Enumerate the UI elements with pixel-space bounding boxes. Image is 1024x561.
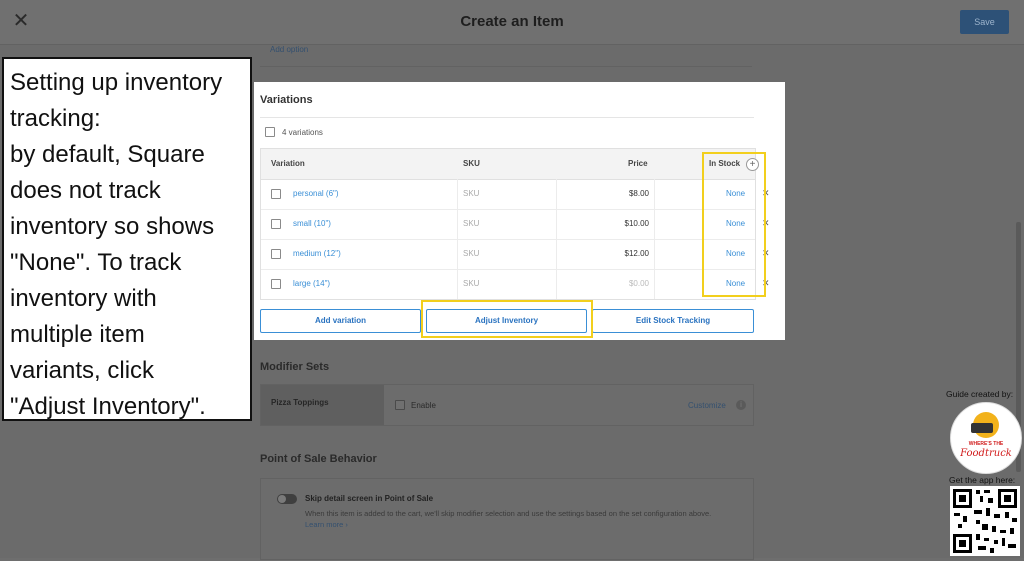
annotation-line: multiple item [10,321,145,348]
variations-table: Variation SKU Price In Stock personal (6… [260,148,756,300]
cell-divider [457,269,458,299]
remove-icon[interactable]: ✕ [762,218,770,229]
modifier-set-name: Pizza Toppings [271,398,329,407]
save-button[interactable]: Save [960,10,1009,34]
edit-stock-tracking-button[interactable]: Edit Stock Tracking [592,309,754,333]
get-app-label: Get the app here: [949,475,1016,485]
sku-field[interactable]: SKU [463,189,479,198]
annotation-line: Setting up inventory [10,69,223,96]
variation-name[interactable]: personal (6") [293,189,339,198]
column-header-in-stock: In Stock [709,159,741,168]
top-bar: ✕ Create an Item Save [0,0,1024,45]
logo-truck-shape [971,423,993,433]
select-all-checkbox[interactable] [265,127,275,137]
add-variation-button[interactable]: Add variation [260,309,421,333]
variations-count: 4 variations [282,128,323,137]
modifier-set-row: Pizza Toppings Enable Customize i [260,384,754,426]
column-header-variation: Variation [271,159,305,168]
row-checkbox[interactable] [271,279,281,289]
annotation-line: by default, Square [10,141,205,168]
annotation-text: Setting up inventory tracking: by defaul… [10,65,250,425]
stock-value[interactable]: None [726,279,745,288]
cell-divider [556,269,557,299]
cell-divider [556,209,557,239]
logo-text-line1: WHERE'S THE [968,441,1004,447]
annotation-line: inventory so shows [10,213,215,240]
divider [260,117,754,118]
description-text: When this item is added to the cart, we'… [305,509,712,518]
cell-divider [654,269,655,299]
stock-value[interactable]: None [726,219,745,228]
adjust-inventory-button[interactable]: Adjust Inventory [426,309,587,333]
table-row: small (10") SKU $10.00 None [261,209,755,240]
remove-icon[interactable]: ✕ [762,248,770,259]
enable-label: Enable [411,401,436,410]
price-field[interactable]: $10.00 [561,219,649,228]
column-header-sku: SKU [463,159,480,168]
annotation-line: variants, click [10,357,155,384]
cell-divider [654,239,655,269]
cell-divider [457,239,458,269]
variation-name[interactable]: large (14") [293,279,330,288]
sku-field[interactable]: SKU [463,279,479,288]
variations-heading: Variations [260,94,313,106]
annotation-line: inventory with [10,285,157,312]
logo-text-line2: Foodtruck [960,448,1012,459]
row-checkbox[interactable] [271,189,281,199]
price-field[interactable]: $8.00 [561,189,649,198]
variation-name[interactable]: small (10") [293,219,331,228]
learn-more-link[interactable]: Learn more › [305,520,348,529]
cell-divider [556,179,557,209]
plus-circle-icon[interactable]: + [746,158,759,171]
row-checkbox[interactable] [271,219,281,229]
remove-icon[interactable]: ✕ [762,278,770,289]
divider [260,66,752,67]
annotation-line: does not track [10,177,161,204]
annotation-line: tracking: [10,105,101,132]
sku-field[interactable]: SKU [463,219,479,228]
page-title: Create an Item [460,13,564,30]
cell-divider [556,239,557,269]
skip-detail-toggle[interactable] [277,494,297,504]
cell-divider [654,209,655,239]
pos-behavior-panel: Skip detail screen in Point of Sale When… [260,478,754,560]
qr-code-icon[interactable] [950,486,1020,556]
table-row: personal (6") SKU $8.00 None [261,179,755,210]
stock-value[interactable]: None [726,249,745,258]
guide-credit-label: Guide created by: [946,389,1014,399]
annotation-line: "None". To track [10,249,182,276]
cell-divider [457,179,458,209]
annotation-callout: Setting up inventory tracking: by defaul… [2,57,252,421]
table-row: medium (12") SKU $12.00 None [261,239,755,270]
toggle-label: Skip detail screen in Point of Sale [305,494,434,503]
remove-icon[interactable]: ✕ [762,188,770,199]
cell-divider [457,209,458,239]
customize-link[interactable]: Customize [688,401,726,410]
modifier-name-cell: Pizza Toppings [261,385,384,425]
info-icon[interactable]: i [736,400,746,410]
pos-behavior-heading: Point of Sale Behavior [260,453,377,465]
sku-field[interactable]: SKU [463,249,479,258]
annotation-line: "Adjust Inventory". [10,393,206,420]
table-header-row: Variation SKU Price In Stock [261,149,755,180]
enable-checkbox[interactable] [395,400,405,410]
price-field[interactable]: $12.00 [561,249,649,258]
add-option-link[interactable]: Add option [270,45,308,54]
toggle-description: When this item is added to the cart, we'… [305,508,725,530]
foodtruck-logo-icon: WHERE'S THE Foodtruck [950,402,1022,474]
row-checkbox[interactable] [271,249,281,259]
modifier-sets-heading: Modifier Sets [260,361,330,373]
variation-name[interactable]: medium (12") [293,249,341,258]
column-header-price: Price [628,159,648,168]
price-field[interactable]: $0.00 [561,279,649,288]
stock-value[interactable]: None [726,189,745,198]
variations-card: Variations 4 variations Variation SKU Pr… [254,82,785,340]
table-row: large (14") SKU $0.00 None [261,269,755,299]
cell-divider [654,179,655,209]
